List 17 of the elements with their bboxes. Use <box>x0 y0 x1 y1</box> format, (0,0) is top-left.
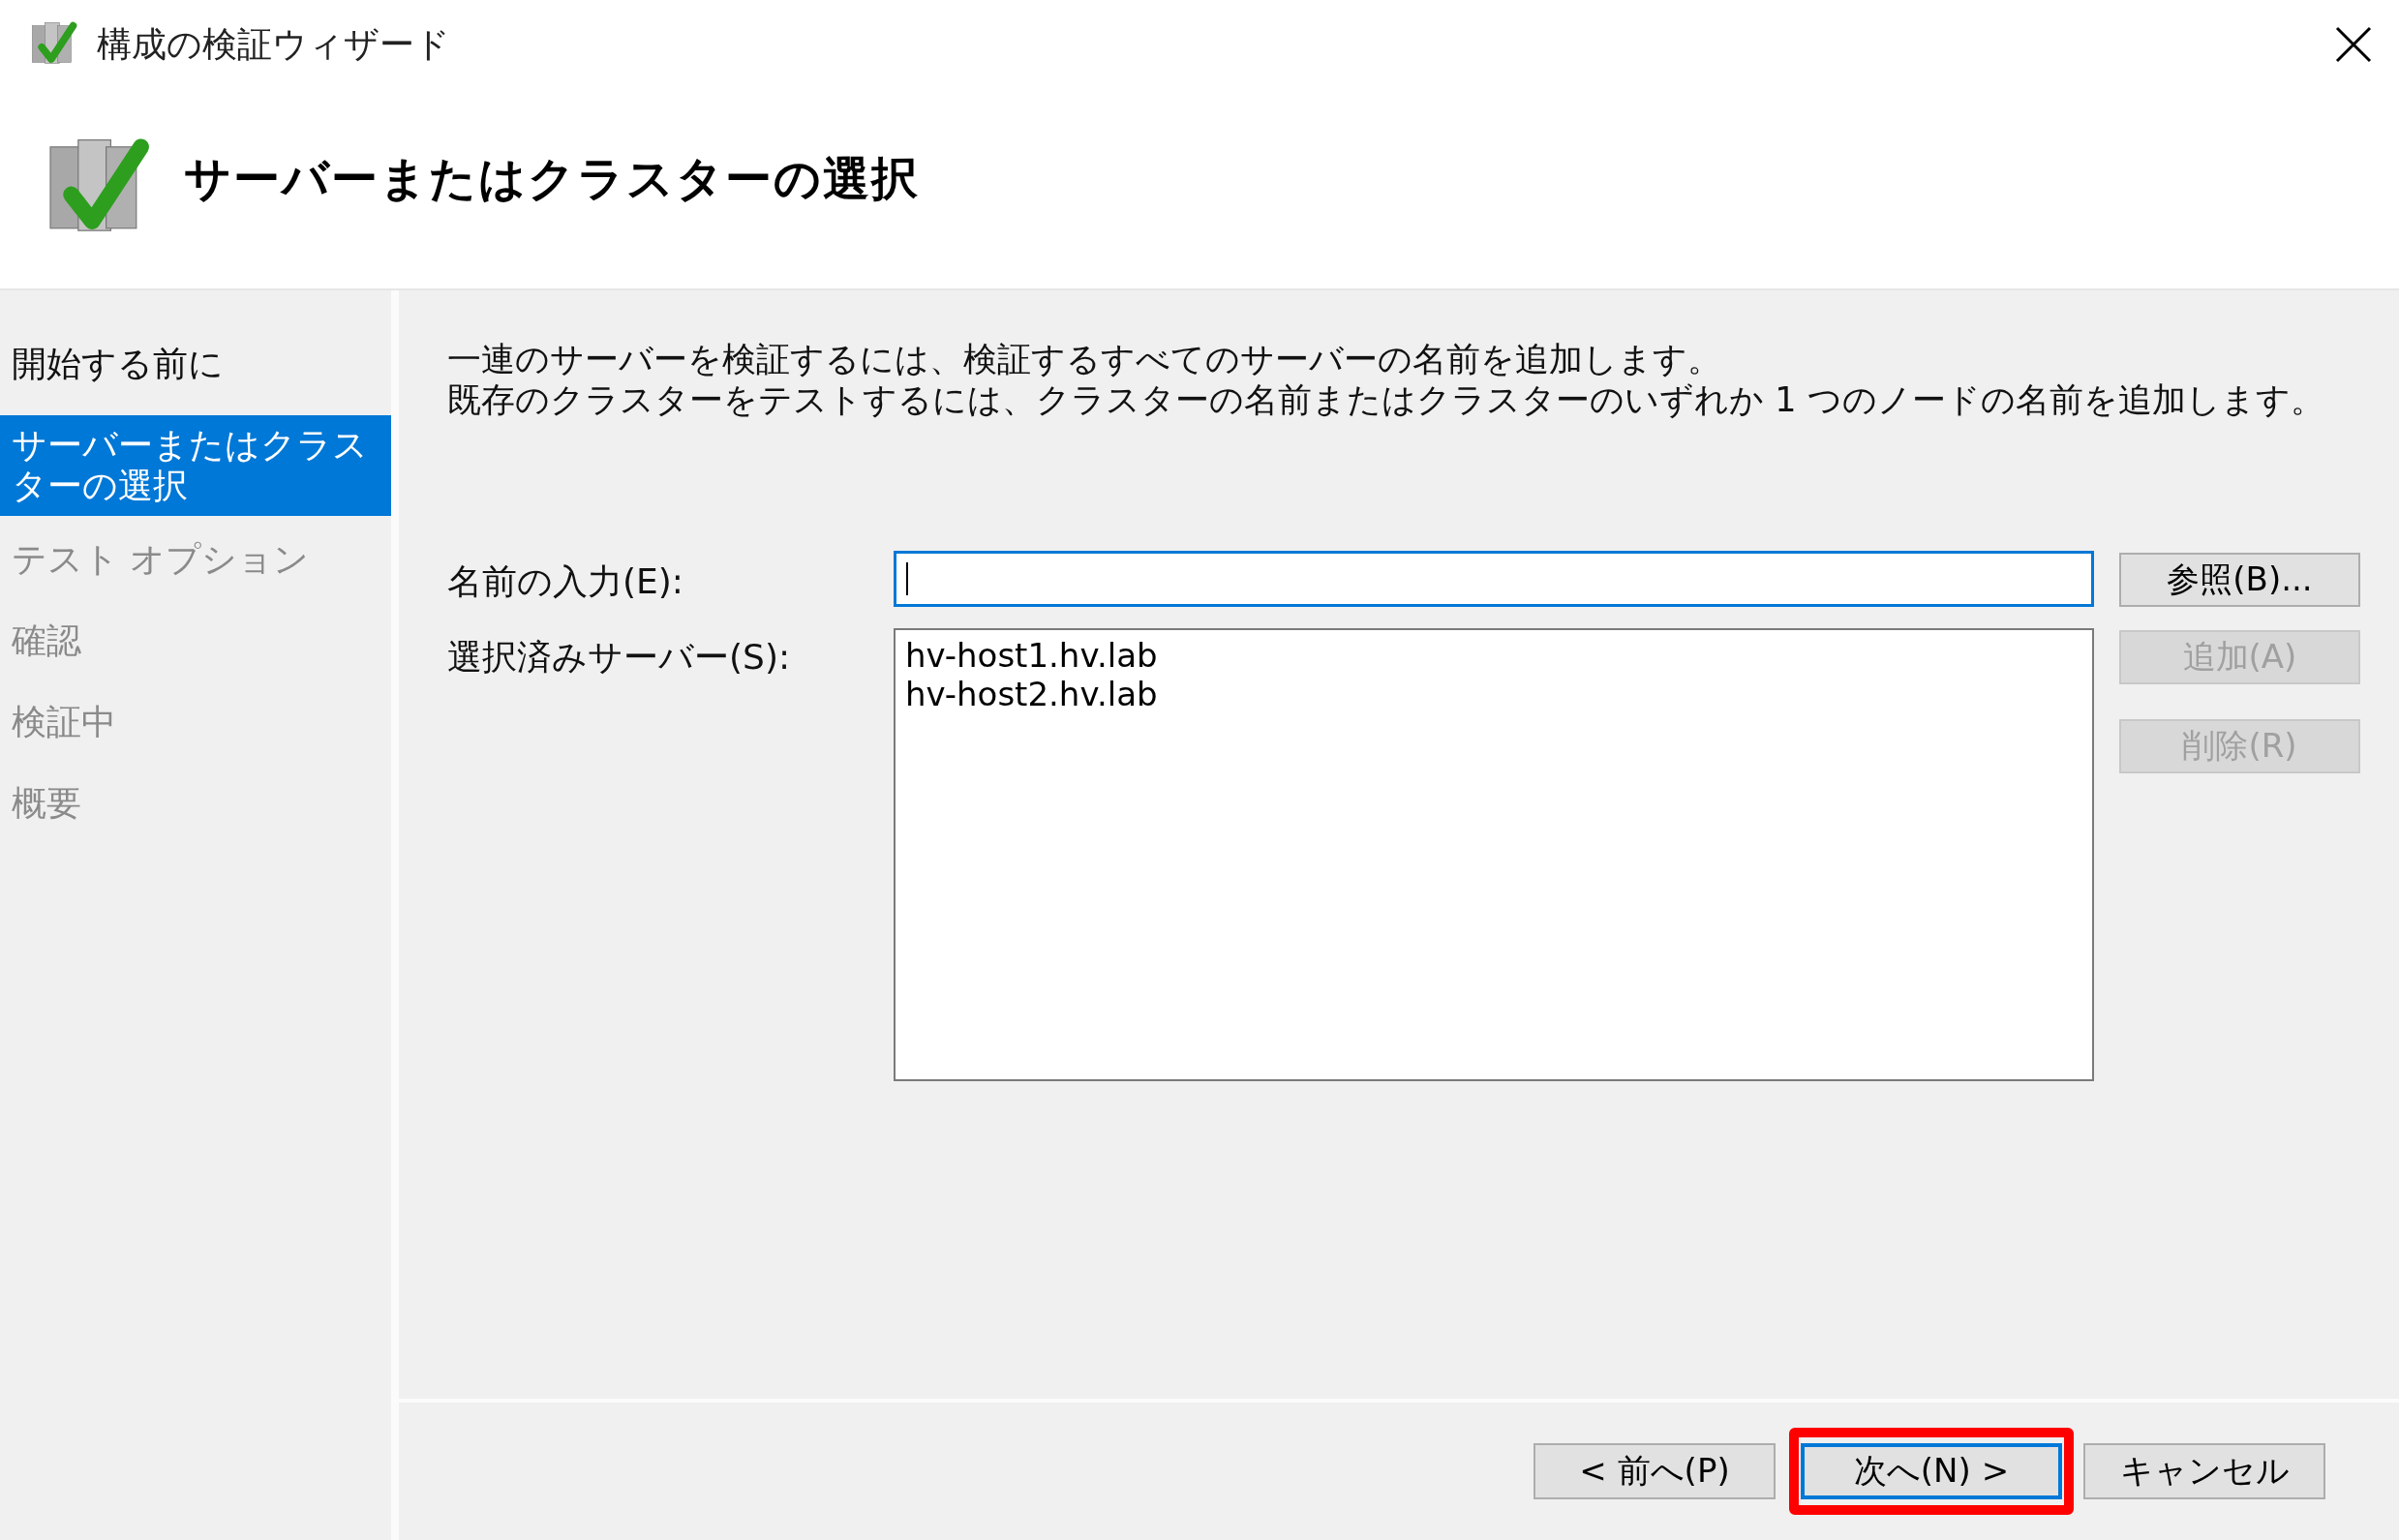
step-item[interactable]: 開始する前に <box>0 334 391 394</box>
server-list[interactable]: hv-host1.hv.lab hv-host2.hv.lab <box>894 628 2094 1081</box>
instruction-text: 一連のサーバーを検証するには、検証するすべてのサーバーの名前を追加します。 <box>447 339 1722 379</box>
next-button[interactable]: 次へ(N) > <box>1801 1443 2062 1499</box>
field-label: 名前の入力(E): <box>447 560 684 603</box>
instruction-text: 既存のクラスターをテストするには、クラスターの名前またはクラスターのいずれか 1 つのノードの名前を追加します。 <box>447 379 2325 420</box>
server-list-item[interactable]: hv-host1.hv.lab <box>905 636 2082 675</box>
step-item[interactable]: サーバーまたはクラスターの選択 <box>0 415 391 516</box>
window-title: 構成の検証ウィザード <box>97 22 451 66</box>
cancel-button[interactable]: キャンセル <box>2083 1443 2325 1499</box>
close-icon[interactable] <box>2335 26 2372 63</box>
server-list-item[interactable]: hv-host2.hv.lab <box>905 675 2082 713</box>
list-label: 選択済みサーバー(S): <box>447 636 792 679</box>
name-input-field[interactable] <box>894 551 2094 607</box>
page-heading: サーバーまたはクラスターの選択 <box>184 150 920 207</box>
browse-button[interactable]: 参照(B)... <box>2119 553 2360 607</box>
back-button[interactable]: < 前へ(P) <box>1534 1443 1776 1499</box>
